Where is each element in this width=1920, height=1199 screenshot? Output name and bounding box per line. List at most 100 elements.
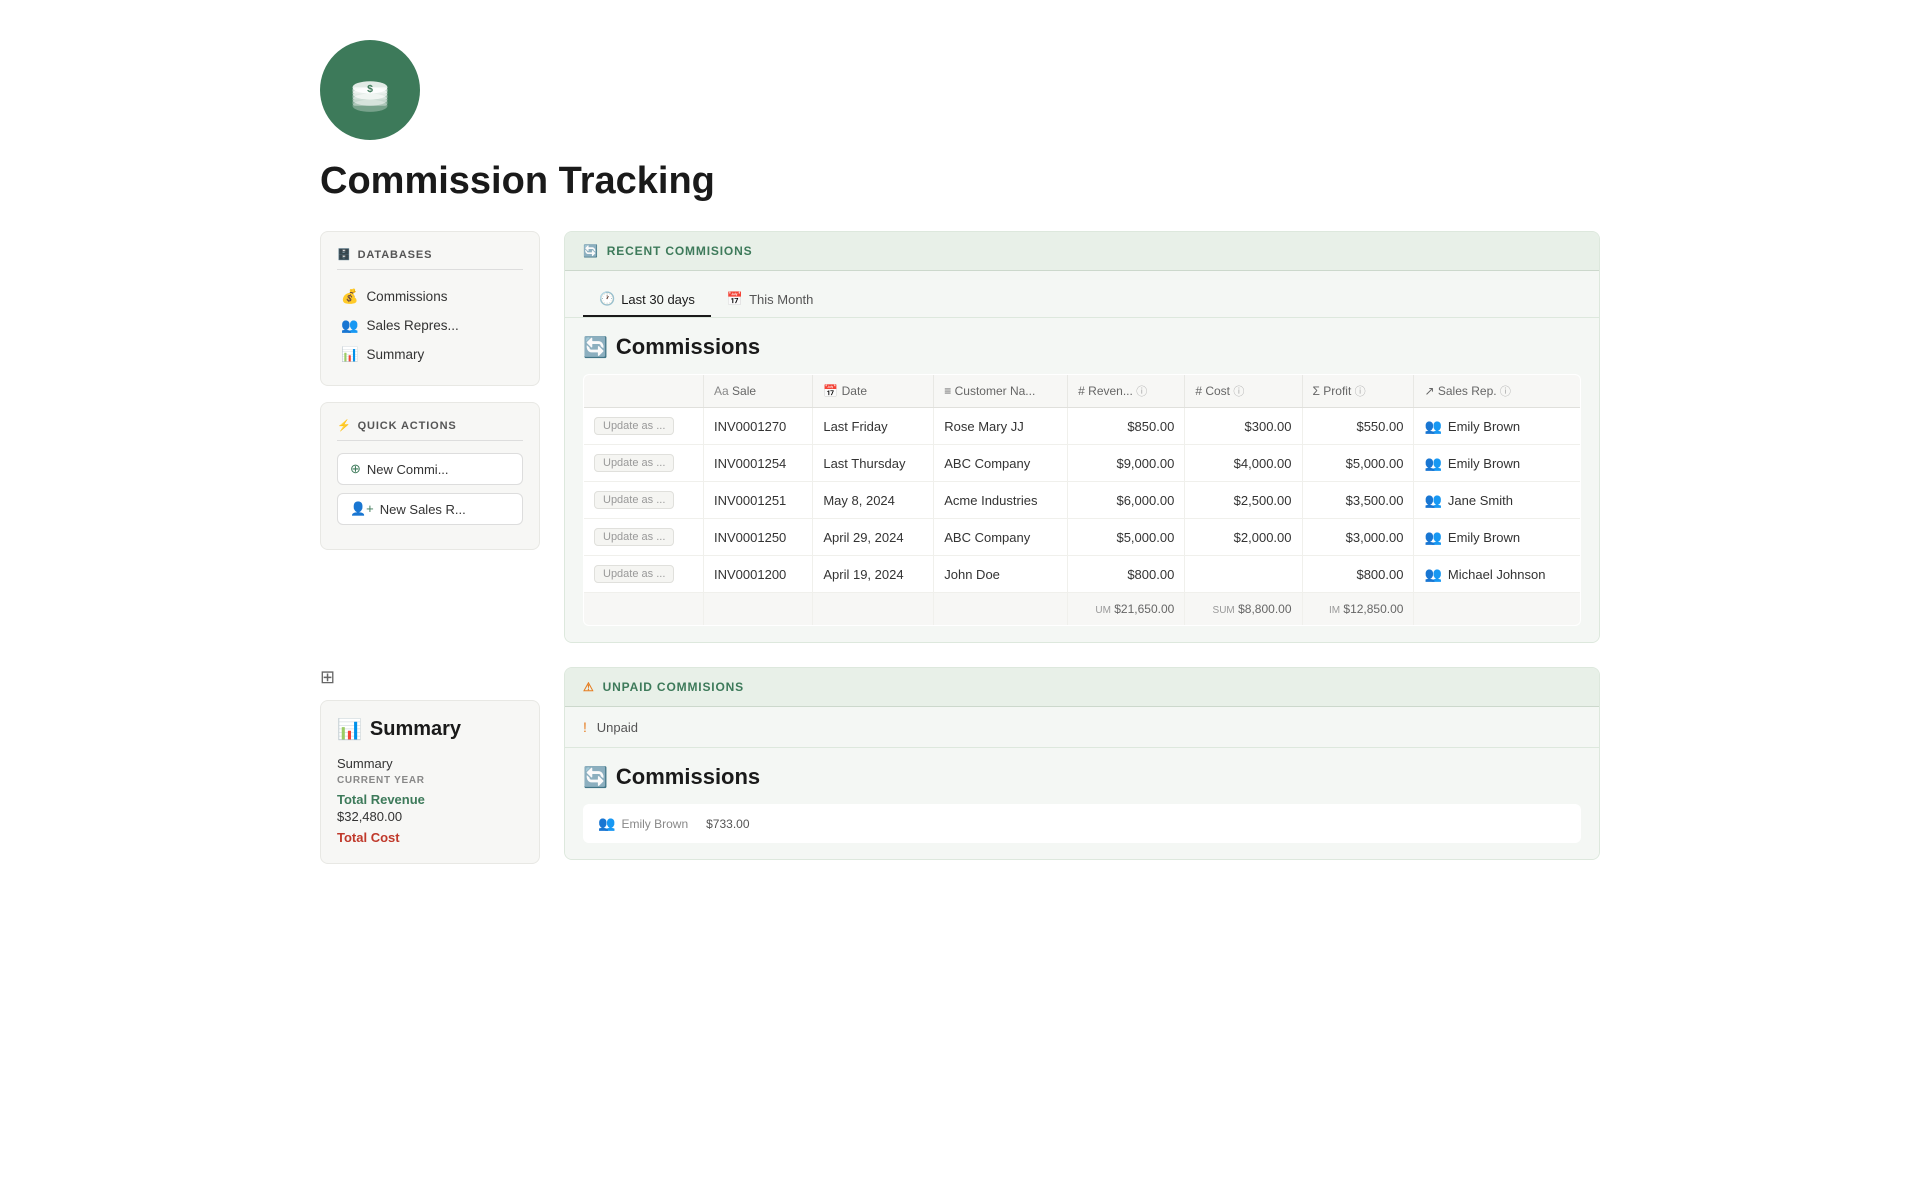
row-1-revenue: $850.00 xyxy=(1068,408,1185,445)
row-5-cost xyxy=(1185,556,1302,593)
databases-section-title: 🗄️ DATABASES xyxy=(337,248,523,270)
total-revenue-value: $32,480.00 xyxy=(337,809,523,824)
row-1-customer: Rose Mary JJ xyxy=(934,408,1068,445)
table-row: Update as ... INV0001250 April 29, 2024 … xyxy=(584,519,1581,556)
row-3-rep: 👥 Jane Smith xyxy=(1414,482,1581,519)
table-row: Update as ... INV0001251 May 8, 2024 Acm… xyxy=(584,482,1581,519)
sum-cost: SUM $8,800.00 xyxy=(1185,593,1302,626)
row-2-actions: Update as ... xyxy=(584,445,704,482)
col-salesrep: ↗ Sales Rep. ⓘ xyxy=(1414,375,1581,408)
sidebar-item-sales-reps[interactable]: 👥 Sales Repres... xyxy=(337,311,523,340)
col-cost: # Cost ⓘ xyxy=(1185,375,1302,408)
sum-empty-5 xyxy=(1414,593,1581,626)
logo-icon: $ xyxy=(342,62,398,118)
row-2-rep: 👥 Emily Brown xyxy=(1414,445,1581,482)
col-revenue-icon: # xyxy=(1078,384,1085,398)
row-2-cost: $4,000.00 xyxy=(1185,445,1302,482)
summary-year-label: CURRENT YEAR xyxy=(337,775,523,786)
unpaid-commissions-table: 👥 Emily Brown $733.00 xyxy=(583,804,1581,843)
col-customer: ≡ Customer Na... xyxy=(934,375,1068,408)
col-profit: Σ Profit ⓘ xyxy=(1302,375,1414,408)
rep-icon-2: 👥 xyxy=(1424,455,1441,472)
table-row: Update as ... INV0001200 April 19, 2024 … xyxy=(584,556,1581,593)
svg-text:$: $ xyxy=(367,83,373,95)
unpaid-row-rep: 👥 Emily Brown $733.00 xyxy=(584,805,1581,843)
app-logo: $ xyxy=(320,40,420,140)
row-3-revenue: $6,000.00 xyxy=(1068,482,1185,519)
row-2-date: Last Thursday xyxy=(813,445,934,482)
page-title: Commission Tracking xyxy=(320,160,1600,203)
col-cost-info: ⓘ xyxy=(1233,386,1244,398)
sidebar-item-commissions[interactable]: 💰 Commissions xyxy=(337,282,523,311)
update-button-3[interactable]: Update as ... xyxy=(594,491,674,509)
total-revenue-label: Total Revenue xyxy=(337,792,523,807)
col-sale: Aa Sale xyxy=(704,375,813,408)
commissions-table: Aa Sale 📅 Date ≡ Customer Na... xyxy=(583,374,1581,626)
row-5-date: April 19, 2024 xyxy=(813,556,934,593)
table-row: Update as ... INV0001270 Last Friday Ros… xyxy=(584,408,1581,445)
row-5-customer: John Doe xyxy=(934,556,1068,593)
new-commission-button[interactable]: ⊕ New Commi... xyxy=(337,453,523,485)
col-date: 📅 Date xyxy=(813,375,934,408)
unpaid-commissions-header: ⚠ UNPAID COMMISIONS xyxy=(565,668,1599,707)
total-cost-label: Total Cost xyxy=(337,830,523,845)
databases-section: 🗄️ DATABASES 💰 Commissions 👥 Sales Repre… xyxy=(320,231,540,386)
recent-commissions-card: 🔄 RECENT COMMISIONS 🕐 Last 30 days 📅 Thi… xyxy=(564,231,1600,643)
row-4-profit: $3,000.00 xyxy=(1302,519,1414,556)
commissions-icon: 💰 xyxy=(341,288,358,305)
update-button-5[interactable]: Update as ... xyxy=(594,565,674,583)
unpaid-table-icon: 🔄 xyxy=(583,765,608,790)
unpaid-table-section: 🔄 Commissions 👥 Emily Brown $733.00 xyxy=(565,748,1599,859)
row-1-profit: $550.00 xyxy=(1302,408,1414,445)
sidebar-item-summary[interactable]: 📊 Summary xyxy=(337,340,523,369)
commissions-table-icon: 🔄 xyxy=(583,335,608,360)
unpaid-filter-row: ! Unpaid xyxy=(565,707,1599,748)
unpaid-rep-icon: 👥 xyxy=(598,815,615,832)
recent-commissions-header-icon: 🔄 xyxy=(583,244,599,258)
col-profit-icon: Σ xyxy=(1313,384,1320,398)
col-salesrep-info: ⓘ xyxy=(1500,386,1511,398)
tab-last-30-days[interactable]: 🕐 Last 30 days xyxy=(583,283,711,317)
summary-left-wrapper: ⊞ 📊 Summary Summary CURRENT YEAR Total R… xyxy=(320,667,540,864)
update-button-1[interactable]: Update as ... xyxy=(594,417,674,435)
sum-empty-3 xyxy=(813,593,934,626)
col-revenue-info: ⓘ xyxy=(1136,386,1147,398)
unpaid-table-title: 🔄 Commissions xyxy=(583,764,1581,790)
col-customer-icon: ≡ xyxy=(944,384,951,398)
sidebar: 🗄️ DATABASES 💰 Commissions 👥 Sales Repre… xyxy=(320,231,540,550)
row-5-sale: INV0001200 xyxy=(704,556,813,593)
col-revenue: # Reven... ⓘ xyxy=(1068,375,1185,408)
tab-this-month[interactable]: 📅 This Month xyxy=(711,283,830,317)
unpaid-row: 👥 Emily Brown $733.00 xyxy=(584,805,1581,843)
sum-empty-1 xyxy=(584,593,704,626)
row-4-actions: Update as ... xyxy=(584,519,704,556)
row-1-rep: 👥 Emily Brown xyxy=(1414,408,1581,445)
rep-icon-4: 👥 xyxy=(1424,529,1441,546)
grid-icon: ⊞ xyxy=(320,667,540,688)
row-3-customer: Acme Industries xyxy=(934,482,1068,519)
row-3-cost: $2,500.00 xyxy=(1185,482,1302,519)
new-sales-rep-button[interactable]: 👤+ New Sales R... xyxy=(337,493,523,525)
add-sales-rep-icon: 👤+ xyxy=(350,501,374,517)
col-profit-info: ⓘ xyxy=(1355,386,1366,398)
unpaid-amount: $733.00 xyxy=(706,817,749,831)
rep-icon-5: 👥 xyxy=(1424,566,1441,583)
unpaid-commissions-card: ⚠ UNPAID COMMISIONS ! Unpaid 🔄 Commissio… xyxy=(564,667,1600,860)
sum-empty-2 xyxy=(704,593,813,626)
rep-icon-1: 👥 xyxy=(1424,418,1441,435)
sum-empty-4 xyxy=(934,593,1068,626)
filter-icon: ! xyxy=(583,719,587,735)
update-button-4[interactable]: Update as ... xyxy=(594,528,674,546)
row-5-profit: $800.00 xyxy=(1302,556,1414,593)
row-4-cost: $2,000.00 xyxy=(1185,519,1302,556)
update-button-2[interactable]: Update as ... xyxy=(594,454,674,472)
table-sum-row: UM $21,650.00 SUM $8,800.00 IM $12,850.0… xyxy=(584,593,1581,626)
calendar-icon: 📅 xyxy=(727,291,743,307)
row-1-date: Last Friday xyxy=(813,408,934,445)
sum-profit: IM $12,850.00 xyxy=(1302,593,1414,626)
clock-icon: 🕐 xyxy=(599,291,615,307)
rep-icon-3: 👥 xyxy=(1424,492,1441,509)
row-3-actions: Update as ... xyxy=(584,482,704,519)
row-1-cost: $300.00 xyxy=(1185,408,1302,445)
commissions-table-title: 🔄 Commissions xyxy=(583,334,1581,360)
